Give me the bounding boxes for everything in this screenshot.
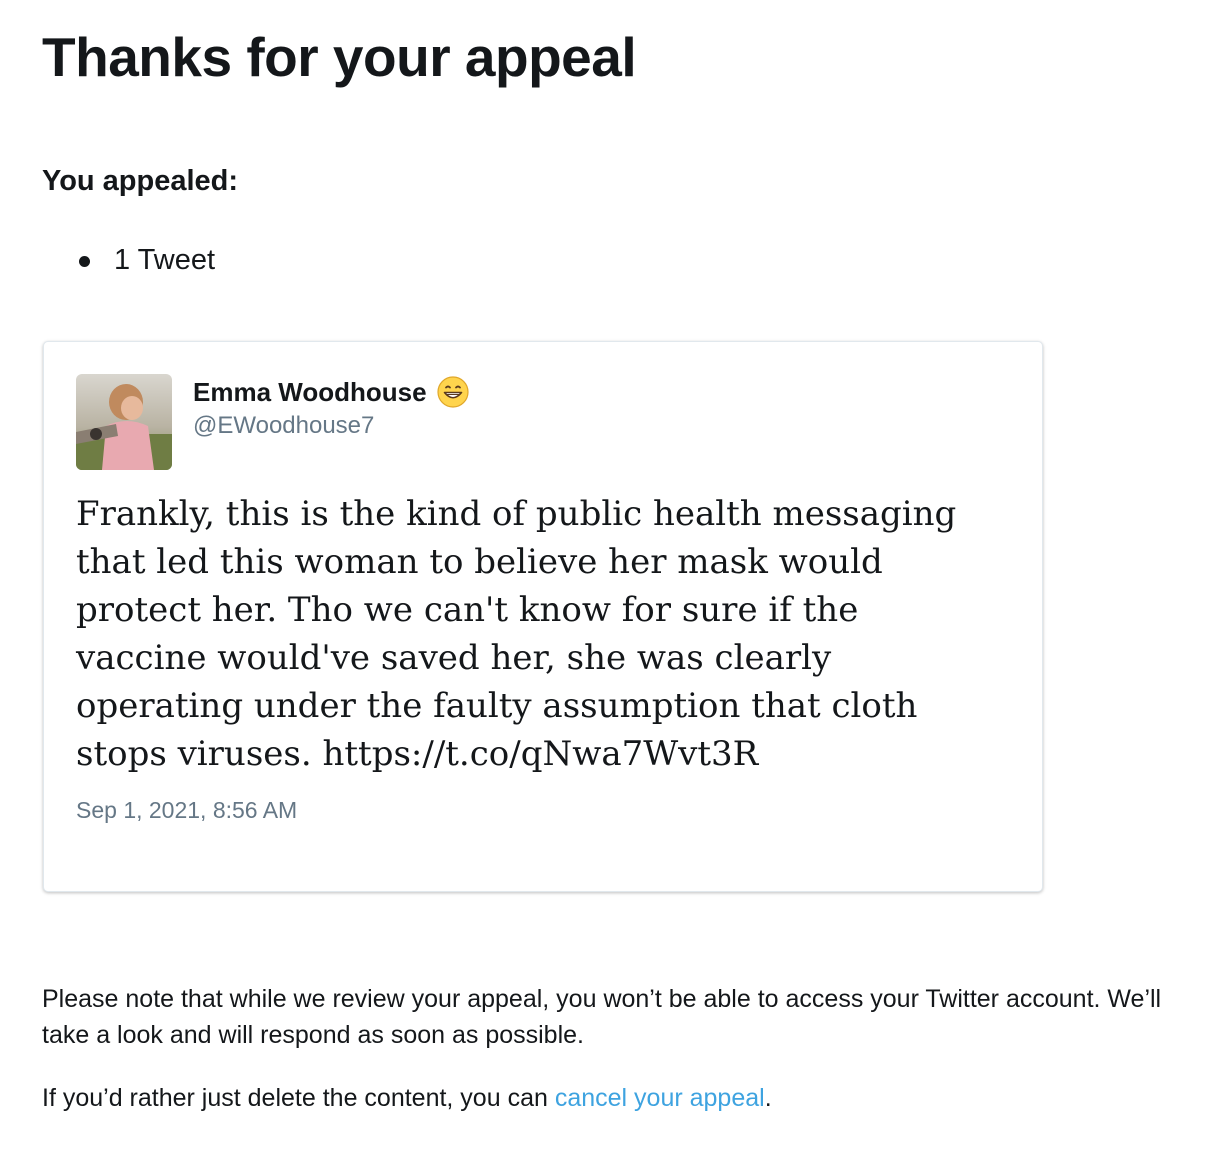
grinning-face-emoji-icon	[436, 376, 469, 408]
appealed-list: 1 Tweet	[42, 240, 215, 280]
avatar	[76, 374, 172, 470]
cancel-prefix: If you’d rather just delete the content,…	[42, 1084, 555, 1112]
page-title: Thanks for your appeal	[42, 26, 637, 88]
author-name-label: Emma Woodhouse	[193, 376, 427, 407]
cancel-suffix: .	[764, 1084, 772, 1112]
cancel-appeal-text: If you’d rather just delete the content,…	[42, 1080, 772, 1116]
author-handle[interactable]: @EWoodhouse7	[193, 412, 374, 440]
review-notice: Please note that while we review your ap…	[42, 985, 1162, 1049]
author-name[interactable]: Emma Woodhouse	[193, 376, 469, 408]
cancel-appeal-link[interactable]: cancel your appeal	[555, 1084, 765, 1112]
bullet-icon	[79, 256, 90, 267]
tweet-timestamp: Sep 1, 2021, 8:56 AM	[76, 797, 298, 823]
tweet-text: Frankly, this is the kind of public heal…	[76, 494, 957, 774]
appealed-heading: You appealed:	[42, 165, 239, 197]
appealed-list-item: 1 Tweet	[42, 240, 215, 280]
tweet-card: Emma Woodhouse @EWoodhouse7 Frankly, thi…	[43, 341, 1043, 892]
appealed-item-label: 1 Tweet	[114, 244, 216, 276]
avatar-photo	[76, 374, 172, 470]
